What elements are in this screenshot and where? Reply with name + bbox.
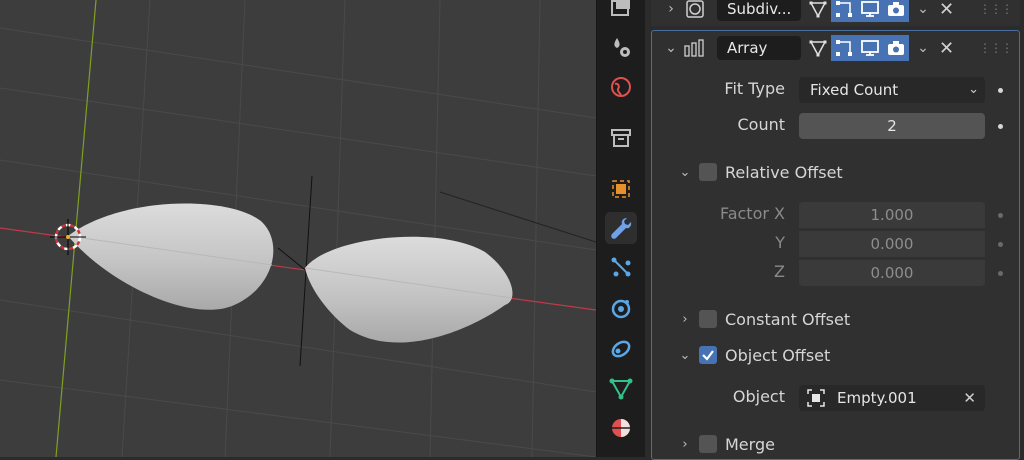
object-value: Empty.001 [837, 389, 917, 407]
tab-output[interactable] [605, 31, 637, 63]
chevron-right-icon[interactable]: › [675, 437, 695, 452]
keyframe-dot[interactable] [998, 124, 1003, 129]
camera-icon [888, 41, 904, 55]
on-cage-icon [836, 40, 852, 56]
fit-type-dropdown[interactable]: Fixed Count ⌄ [799, 77, 985, 103]
chevron-right-icon[interactable]: › [661, 1, 681, 17]
object-offset-checkbox[interactable] [699, 346, 717, 364]
tab-physics[interactable] [605, 292, 637, 324]
camera-icon [888, 2, 904, 16]
keyframe-dot[interactable] [998, 271, 1003, 276]
edit-mode-toggle[interactable] [805, 0, 831, 22]
array-modifier-icon [681, 38, 709, 58]
physics-icon [611, 299, 631, 319]
realtime-toggle[interactable] [857, 0, 883, 22]
chevron-down-icon[interactable]: ⌄ [913, 1, 933, 17]
factor-z-label: Z [774, 262, 785, 281]
petal-mesh-copy [305, 236, 513, 343]
object-label: Object [732, 387, 785, 406]
3d-cursor-icon [50, 219, 86, 255]
factor-y-label: Y [775, 233, 785, 252]
close-icon[interactable]: ✕ [939, 0, 954, 20]
constraints-icon [611, 340, 631, 358]
monitor-icon [861, 40, 879, 56]
relative-offset-subpanel[interactable]: ⌄ Relative Offset [675, 159, 843, 185]
constant-offset-checkbox[interactable] [699, 310, 717, 328]
object-offset-label: Object Offset [725, 345, 831, 365]
monitor-icon [861, 1, 879, 17]
object-selector-field[interactable]: Empty.001 ✕ [799, 385, 985, 411]
realtime-toggle[interactable] [857, 35, 883, 61]
clear-icon[interactable]: ✕ [963, 385, 976, 411]
object-offset-subpanel[interactable]: ⌄ Object Offset [675, 342, 831, 368]
keyframe-dot[interactable] [998, 242, 1003, 247]
object-icon [612, 180, 630, 198]
modifier-header-subdivision: › Subdiv... ⌄ ✕ ⋮⋮⋮ [651, 0, 1020, 26]
edit-mode-toggle[interactable] [805, 35, 831, 61]
render-toggle[interactable] [883, 35, 909, 61]
particles-icon [611, 257, 631, 277]
factor-x-label: Factor X [719, 204, 785, 223]
world-icon [611, 77, 631, 97]
render-icon [611, 0, 630, 16]
factor-x-field[interactable]: 1.000 [799, 202, 985, 228]
merge-label: Merge [725, 434, 775, 454]
checkmark-icon [702, 350, 714, 361]
tab-object-data[interactable] [605, 373, 637, 405]
modifier-wrench-icon [611, 218, 632, 239]
count-label: Count [737, 115, 785, 134]
fit-type-value: Fixed Count [810, 81, 899, 99]
chevron-down-icon[interactable]: ⌄ [661, 40, 681, 56]
physics-particles-icon [614, 38, 630, 57]
properties-panel: › Subdiv... ⌄ ✕ ⋮⋮⋮ ⌄ Array ⌄ ✕ ⋮⋮⋮ Fit … [645, 0, 1024, 460]
3d-viewport[interactable] [0, 0, 596, 457]
modifier-header-array: ⌄ Array ⌄ ✕ ⋮⋮⋮ [651, 30, 1020, 66]
edit-mode-icon [809, 40, 827, 57]
properties-tab-bar [596, 0, 645, 457]
chevron-down-icon[interactable]: ⌄ [675, 348, 695, 363]
tab-particles[interactable] [605, 251, 637, 283]
tab-world[interactable] [605, 71, 637, 103]
chevron-down-icon: ⌄ [968, 82, 979, 97]
factor-z-field[interactable]: 0.000 [799, 260, 985, 286]
chevron-down-icon[interactable]: ⌄ [913, 40, 933, 56]
chevron-down-icon[interactable]: ⌄ [675, 165, 695, 180]
constant-offset-subpanel[interactable]: › Constant Offset [675, 306, 850, 332]
edit-mode-icon [809, 1, 827, 18]
keyframe-dot[interactable] [998, 213, 1003, 218]
chevron-right-icon[interactable]: › [675, 312, 695, 327]
tab-constraints[interactable] [605, 333, 637, 365]
keyframe-dot[interactable] [998, 88, 1003, 93]
tab-collection[interactable] [605, 122, 637, 154]
tab-render[interactable] [605, 0, 637, 24]
subdivision-modifier-icon [681, 0, 709, 19]
merge-subpanel[interactable]: › Merge [675, 431, 775, 457]
factor-y-field[interactable]: 0.000 [799, 231, 985, 257]
render-toggle[interactable] [883, 0, 909, 22]
empty-object-icon [807, 389, 825, 415]
constant-offset-label: Constant Offset [725, 309, 851, 329]
viewport-scene [0, 0, 596, 457]
tab-object[interactable] [605, 173, 637, 205]
on-cage-toggle[interactable] [831, 0, 857, 22]
collection-icon [611, 129, 631, 147]
material-icon [612, 419, 630, 437]
tab-modifiers[interactable] [605, 212, 637, 244]
on-cage-icon [836, 1, 852, 17]
modifier-name-field[interactable]: Array [717, 36, 801, 60]
relative-offset-label: Relative Offset [725, 162, 843, 182]
fit-type-label: Fit Type [724, 79, 785, 98]
object-data-icon [609, 378, 633, 400]
merge-checkbox[interactable] [699, 435, 717, 453]
drag-handle-icon[interactable]: ⋮⋮⋮ [979, 2, 1013, 16]
relative-offset-checkbox[interactable] [699, 163, 717, 181]
on-cage-toggle[interactable] [831, 35, 857, 61]
close-icon[interactable]: ✕ [939, 38, 954, 59]
drag-handle-icon[interactable]: ⋮⋮⋮ [979, 41, 1013, 55]
count-field[interactable]: 2 [799, 113, 985, 139]
tab-material[interactable] [605, 412, 637, 444]
petal-mesh [68, 203, 274, 310]
modifier-name-field[interactable]: Subdiv... [717, 0, 801, 21]
